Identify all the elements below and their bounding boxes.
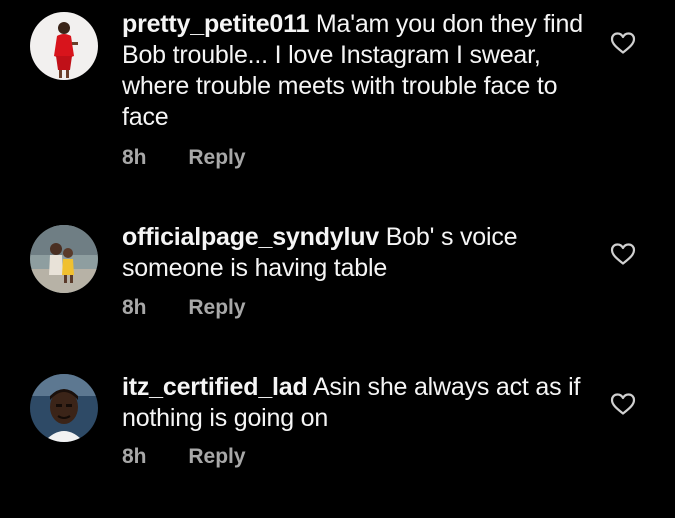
comment-username[interactable]: itz_certified_lad xyxy=(122,373,308,401)
comment-time: 8h xyxy=(122,296,147,319)
reply-button[interactable]: Reply xyxy=(188,146,245,169)
heart-outline-icon[interactable] xyxy=(610,31,636,55)
comment-username[interactable]: officialpage_syndyluv xyxy=(122,223,379,251)
avatar-man-portrait-icon xyxy=(30,374,98,442)
avatar[interactable] xyxy=(30,12,98,80)
avatar[interactable] xyxy=(30,225,98,293)
comment-meta: 8h Reply xyxy=(122,445,246,469)
comment-time: 8h xyxy=(122,146,147,169)
reply-button[interactable]: Reply xyxy=(188,445,245,468)
avatar-child-photo-icon xyxy=(30,225,98,293)
reply-button[interactable]: Reply xyxy=(188,296,245,319)
heart-outline-icon[interactable] xyxy=(610,392,636,416)
avatar[interactable] xyxy=(30,374,98,442)
comment-text-block: officialpage_syndyluv Bob' s voice someo… xyxy=(122,222,592,284)
comment-text-block: itz_certified_lad Asin she always act as… xyxy=(122,372,592,434)
comment-meta: 8h Reply xyxy=(122,146,246,170)
heart-outline-icon[interactable] xyxy=(610,242,636,266)
comment-username[interactable]: pretty_petite011 xyxy=(122,10,309,38)
comment-text-block: pretty_petite011 Ma'am you don they find… xyxy=(122,9,592,133)
comment-meta: 8h Reply xyxy=(122,296,246,320)
comment-time: 8h xyxy=(122,445,147,468)
avatar-woman-red-dress-icon xyxy=(30,12,98,80)
